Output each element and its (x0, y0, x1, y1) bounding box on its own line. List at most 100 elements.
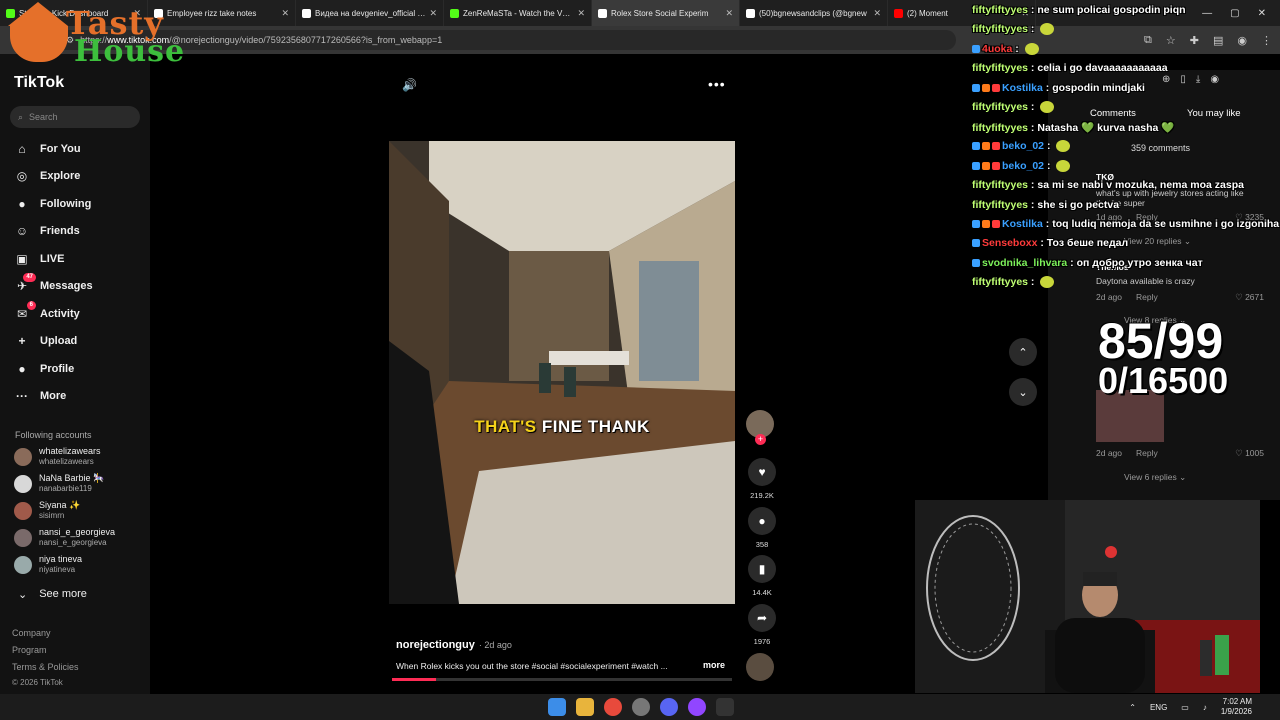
reply-button[interactable]: Reply (1136, 292, 1158, 303)
sidebar-item-following[interactable]: ● Following (14, 195, 91, 213)
follow-plus-icon[interactable]: + (755, 434, 766, 445)
chat-text: toq ludiq nemoja da se usmihne i go izgo… (1052, 218, 1280, 230)
following-account[interactable]: NaNa Barbie 🎠 nanabarbie119 (14, 473, 104, 494)
caption-more-button[interactable]: more (703, 660, 725, 670)
previous-video-button[interactable]: ⌃ (1009, 338, 1037, 366)
chat-username[interactable]: beko_02 (1002, 160, 1044, 172)
tab-comments[interactable]: Comments (1090, 108, 1136, 119)
chat-username[interactable]: fiftyfiftyyes (972, 4, 1028, 16)
chat-badge-icon (972, 84, 980, 93)
sidebar-item-upload[interactable]: + Upload (14, 332, 77, 350)
tab-you-may-like[interactable]: You may like (1187, 108, 1241, 119)
save-button[interactable]: ▮ 14.4K (746, 555, 778, 597)
sidebar-item-friends[interactable]: ☺ Friends (14, 222, 80, 240)
terminal-icon[interactable] (716, 698, 734, 716)
sidebar-item-live[interactable]: ▣ LIVE (14, 250, 64, 268)
chat-username[interactable]: Kostilka (1002, 82, 1043, 94)
footer-program[interactable]: Program (12, 645, 47, 655)
browser-tab[interactable]: ZenReMaSTa - Watch the VOD ✕ (444, 0, 592, 26)
sidebar-item-label: For You (40, 143, 81, 155)
video-author[interactable]: norejectionguy · 2d ago (396, 639, 512, 651)
chat-username[interactable]: beko_02 (1002, 140, 1044, 152)
windows-start-icon[interactable] (548, 698, 566, 716)
comment-likes[interactable]: ♡ 2671 (1235, 292, 1264, 303)
share-button[interactable]: ➦ 1976 (746, 604, 778, 646)
chat-username[interactable]: fiftyfiftyyes (972, 23, 1028, 35)
video-progress-bar[interactable] (392, 678, 732, 681)
browser-tab[interactable]: Rolex Store Social Experim ✕ (592, 0, 740, 26)
discord-icon[interactable] (660, 698, 678, 716)
chat-username[interactable]: fiftyfiftyyes (972, 122, 1028, 134)
video-player[interactable]: THAT'S FINE THANK (389, 141, 735, 604)
chat-message: Senseboxx : Тоз беше педал (972, 237, 1128, 249)
chat-username[interactable]: 4uoka (982, 43, 1012, 55)
chat-text: celia i go davaaaaaaaaaaa (1037, 62, 1168, 74)
tray-chevron-up-icon[interactable]: ⌃ (1129, 703, 1136, 712)
browser-tab[interactable]: (50)bgnewsandclips (@bgnew ✕ (740, 0, 888, 26)
search-input[interactable]: ⌕ Search (10, 106, 140, 128)
phone-icon[interactable]: ▯ (1180, 74, 1186, 85)
following-account[interactable]: nansi_e_georgieva nansi_e_georgieva (14, 527, 115, 548)
volume-icon[interactable]: 🔊 (402, 78, 417, 92)
reply-button[interactable]: Reply (1136, 448, 1158, 459)
chat-username[interactable]: fiftyfiftyyes (972, 179, 1028, 191)
close-icon[interactable]: ✕ (725, 8, 733, 19)
chat-text: she si go pectva (1037, 199, 1120, 211)
system-clock[interactable]: 7:02 AM 1/9/2026 (1221, 697, 1252, 717)
download-icon[interactable]: ⤓ (1196, 74, 1200, 85)
sidebar-item-explore[interactable]: ◎ Explore (14, 167, 81, 185)
chat-username[interactable]: svodnika_lihvara (982, 257, 1067, 269)
sidebar-item-activity[interactable]: ✉ 6 Activity (14, 301, 80, 323)
footer-terms[interactable]: Terms & Policies (12, 662, 79, 672)
view-replies-button[interactable]: View 20 replies ⌄ (1124, 236, 1191, 247)
following-account[interactable]: Siyana ✨ sisimrn (14, 500, 80, 521)
chat-username[interactable]: Senseboxx (982, 237, 1037, 249)
chat-emote-icon (1056, 160, 1071, 173)
chat-username[interactable]: fiftyfiftyyes (972, 199, 1028, 211)
chat-username[interactable]: fiftyfiftyyes (972, 101, 1028, 113)
menu-icon[interactable]: ⋮ (1261, 34, 1272, 47)
close-icon[interactable]: ✕ (577, 8, 585, 19)
volume-tray-icon[interactable]: ♪ (1203, 703, 1207, 712)
twitch-icon[interactable] (688, 698, 706, 716)
following-account[interactable]: whatelizawears whatelizawears (14, 446, 101, 467)
sidebar-item-for-you[interactable]: ⌂ For You (14, 140, 81, 158)
see-more-button[interactable]: ⌄ See more (18, 588, 87, 601)
url-field[interactable]: ⚙ https://www.tiktok.com/@norejectionguy… (56, 30, 956, 50)
following-account[interactable]: niya tineva niyatineva (14, 554, 82, 575)
account-name: NaNa Barbie 🎠 (39, 473, 105, 483)
sidebar-item-more[interactable]: ··· More (14, 387, 66, 405)
like-button[interactable]: ♥ 219.2K (746, 458, 778, 500)
network-icon[interactable]: ▭ (1181, 703, 1189, 712)
view-replies-button[interactable]: View 6 replies ⌄ (1124, 472, 1186, 483)
language-indicator[interactable]: ENG (1150, 703, 1167, 712)
close-icon[interactable]: ✕ (429, 8, 437, 19)
obs-icon[interactable] (632, 698, 650, 716)
sidebar-item-profile[interactable]: ● Profile (14, 360, 74, 378)
bookmark-star-icon[interactable]: ☆ (1166, 34, 1176, 47)
maximize-icon[interactable]: ▢ (1230, 8, 1239, 19)
close-icon[interactable]: ✕ (873, 8, 881, 19)
profile-avatar-icon[interactable]: ◉ (1237, 34, 1247, 47)
chat-username[interactable]: fiftyfiftyyes (972, 62, 1028, 74)
comment-likes[interactable]: ♡ 1005 (1235, 448, 1264, 459)
next-video-button[interactable]: ⌄ (1009, 378, 1037, 406)
chat-username[interactable]: fiftyfiftyyes (972, 276, 1028, 288)
close-icon[interactable]: ✕ (281, 8, 289, 19)
user-avatar-icon[interactable]: ◉ (1210, 74, 1219, 85)
sidebar-toggle-icon[interactable]: ▤ (1213, 34, 1223, 47)
music-avatar[interactable] (746, 653, 774, 681)
footer-company[interactable]: Company (12, 628, 51, 638)
file-explorer-icon[interactable] (576, 698, 594, 716)
more-options-icon[interactable]: ••• (708, 76, 726, 92)
chat-username[interactable]: Kostilka (1002, 218, 1043, 230)
sidebar-item-messages[interactable]: ✈ 47 Messages (14, 273, 93, 295)
browser-tab[interactable]: Видеа на devgeniev_official (@ ✕ (296, 0, 444, 26)
close-window-icon[interactable]: ✕ (1258, 8, 1266, 19)
comment-button[interactable]: ● 358 (746, 507, 778, 549)
minimize-icon[interactable]: — (1202, 8, 1212, 19)
embed-icon[interactable]: ⊕ (1162, 74, 1170, 85)
extensions-icon[interactable]: ✚ (1190, 34, 1199, 47)
install-icon[interactable]: ⧉ (1144, 34, 1152, 47)
chrome-icon[interactable] (604, 698, 622, 716)
